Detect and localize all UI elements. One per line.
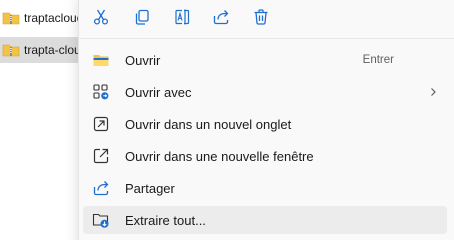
menu-item-label: Ouvrir dans un nouvel onglet [125, 116, 292, 132]
shortcut-hint: Entrer [362, 54, 394, 66]
open-with-icon [92, 83, 110, 101]
menu-item-share[interactable]: Partager [83, 174, 447, 202]
rename-button[interactable] [167, 1, 197, 33]
context-menu: Ouvrir Entrer Ouvrir avec Ouvrir dans un… [78, 0, 454, 240]
zip-folder-icon [2, 44, 20, 57]
cut-button[interactable] [86, 1, 116, 33]
menu-item-extract-all[interactable]: Extraire tout... [83, 206, 447, 234]
extract-icon [92, 211, 110, 229]
copy-icon [135, 9, 149, 25]
file-row[interactable]: traptacloud [0, 5, 90, 31]
rename-icon [175, 9, 190, 25]
menu-item-open[interactable]: Ouvrir Entrer [83, 46, 447, 74]
copy-button[interactable] [127, 1, 157, 33]
share-button[interactable] [206, 1, 236, 33]
new-tab-icon [92, 115, 110, 133]
menu-item-open-new-window[interactable]: Ouvrir dans une nouvelle fenêtre [83, 142, 447, 170]
folder-icon [92, 51, 110, 69]
menu-item-label: Partager [125, 180, 175, 196]
delete-button[interactable] [246, 1, 276, 33]
menu-item-label: Ouvrir dans une nouvelle fenêtre [125, 148, 314, 164]
new-window-icon [92, 147, 110, 165]
explorer-window: traptacloud trapta-cloud Ouvrir Entrer O… [0, 0, 454, 240]
menu-item-label: Ouvrir [125, 52, 161, 68]
zip-folder-icon [2, 12, 20, 25]
chevron-right-icon [428, 87, 438, 97]
menu-separator [79, 38, 454, 39]
trash-icon [254, 9, 268, 25]
file-name: traptacloud [24, 11, 84, 25]
menu-item-open-with[interactable]: Ouvrir avec [83, 78, 447, 106]
share-icon [213, 10, 229, 25]
menu-item-label: Ouvrir avec [125, 84, 192, 100]
share-icon [92, 179, 110, 197]
context-toolbar [79, 1, 454, 35]
scissors-icon [93, 9, 109, 25]
menu-item-label: Extraire tout... [125, 212, 206, 228]
file-row-selected[interactable]: trapta-cloud [0, 37, 90, 63]
menu-item-open-new-tab[interactable]: Ouvrir dans un nouvel onglet [83, 110, 447, 138]
